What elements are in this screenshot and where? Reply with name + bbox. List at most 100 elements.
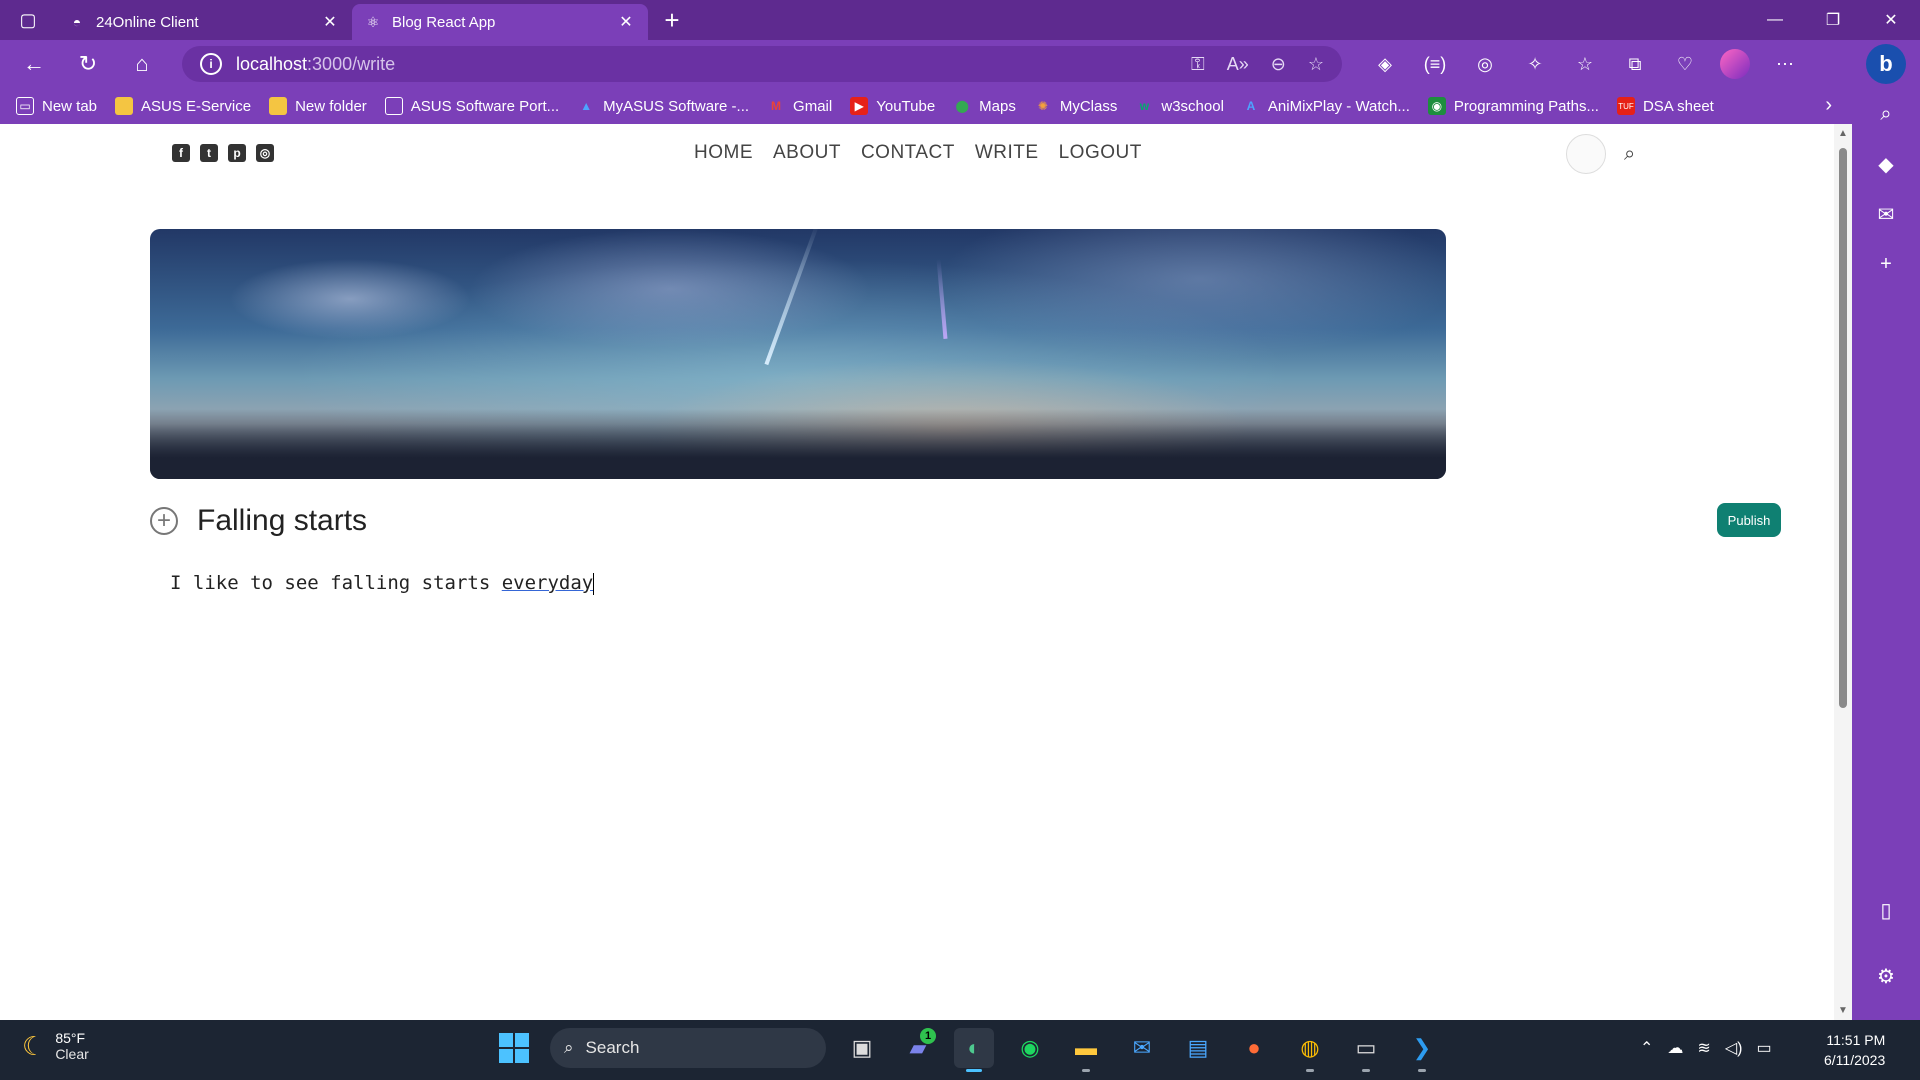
instagram-icon[interactable]: ◎ [256, 144, 274, 162]
bookmark-maps[interactable]: ⬤ Maps [953, 97, 1015, 115]
bookmark-gmail[interactable]: M Gmail [767, 97, 832, 115]
postman-icon[interactable]: ● [1234, 1028, 1274, 1068]
twitter-icon[interactable]: t [200, 144, 218, 162]
bookmark-youtube[interactable]: ▶ YouTube [850, 97, 935, 115]
clock[interactable]: 11:51 PM 6/11/2023 [1824, 1030, 1885, 1070]
add-icon[interactable]: + [1866, 244, 1906, 284]
restore-icon[interactable]: ❐ [1804, 0, 1862, 40]
search-icon[interactable]: ⌕ [1866, 94, 1906, 134]
scroll-down-icon[interactable]: ▼ [1838, 1005, 1848, 1016]
address-bar[interactable]: i localhost :3000/write ⚿ A» ⊖ ☆ [182, 46, 1342, 82]
spotify-icon[interactable]: ◉ [1010, 1028, 1050, 1068]
chrome-icon[interactable]: ◍ [1290, 1028, 1330, 1072]
minimize-icon[interactable]: — [1746, 0, 1804, 40]
extension-icon[interactable]: (≡) [1420, 49, 1450, 79]
running-indicator [966, 1069, 982, 1072]
extension-icon[interactable]: ◈ [1370, 49, 1400, 79]
edge-icon[interactable]: ◐ [954, 1028, 994, 1072]
24online-icon: ◓ [72, 14, 82, 30]
new-tab-button[interactable]: + [652, 2, 692, 38]
read-aloud-icon[interactable]: A» [1227, 54, 1249, 75]
search-icon[interactable]: ⌕ [1624, 143, 1635, 166]
teams-icon[interactable]: ▰ 1 [898, 1028, 938, 1068]
tab-blog-react-app[interactable]: ⚛ Blog React App ✕ [352, 4, 648, 40]
more-menu-icon[interactable]: ⋯ [1770, 49, 1800, 79]
browser-essentials-icon[interactable]: ♡ [1670, 49, 1700, 79]
clock-date: 6/11/2023 [1824, 1052, 1886, 1068]
bookmark-myasus[interactable]: ▲ MyASUS Software -... [577, 97, 749, 115]
nav-logout[interactable]: LOGOUT [1059, 142, 1142, 164]
bookmark-new-folder[interactable]: New folder [269, 97, 367, 115]
tab-strip: ▢ ◓ 24Online Client ✕ ⚛ Blog React App ✕… [0, 0, 1920, 40]
edge-sidebar: b ⌕ ◆ ✉ + ▯ ⚙ [1852, 40, 1920, 1020]
close-window-icon[interactable]: ✕ [1862, 0, 1920, 40]
mail-icon[interactable]: ✉ [1122, 1028, 1162, 1068]
close-tab-icon[interactable]: ✕ [320, 12, 340, 32]
taskbar-search[interactable]: ⌕ Search [550, 1028, 826, 1068]
bookmark-animixplay[interactable]: A AniMixPlay - Watch... [1242, 97, 1410, 115]
close-tab-icon[interactable]: ✕ [616, 12, 636, 32]
shopping-icon[interactable]: ◆ [1866, 144, 1906, 184]
meteor-streak [764, 229, 820, 366]
scroll-up-icon[interactable]: ▲ [1838, 128, 1848, 139]
bookmark-label: Gmail [793, 97, 833, 115]
nav-home[interactable]: HOME [694, 142, 753, 164]
home-icon[interactable]: ⌂ [120, 46, 164, 82]
file-explorer-icon[interactable]: ▬ [1066, 1028, 1106, 1072]
gear-icon[interactable]: ⚙ [1866, 956, 1906, 996]
weather-widget[interactable]: ☾ 85°F Clear [22, 1030, 89, 1062]
extension-icon[interactable]: ◎ [1470, 49, 1500, 79]
task-view-icon[interactable]: ▣ [842, 1028, 882, 1068]
tab-actions-icon[interactable]: ▢ [0, 0, 56, 40]
add-image-icon[interactable]: + [150, 507, 178, 535]
outlook-icon[interactable]: ✉ [1866, 194, 1906, 234]
avatar[interactable] [1566, 134, 1606, 174]
bookmark-w3school[interactable]: w w3school [1135, 97, 1224, 115]
running-indicator [1306, 1069, 1314, 1072]
nav-about[interactable]: ABOUT [773, 142, 841, 164]
nav-contact[interactable]: CONTACT [861, 142, 955, 164]
extensions-puzzle-icon[interactable]: ✧ [1520, 49, 1550, 79]
chevron-right-icon[interactable]: › [1825, 94, 1832, 117]
volume-icon[interactable]: ◁) [1725, 1038, 1743, 1058]
bookmark-myclass[interactable]: ✺ MyClass [1034, 97, 1118, 115]
bookmark-asus-software[interactable]: ASUS Software Port... [384, 97, 559, 115]
chevron-up-icon[interactable]: ⌃ [1640, 1038, 1653, 1058]
back-icon[interactable]: ← [12, 46, 56, 82]
pinterest-icon[interactable]: p [228, 144, 246, 162]
bookmark-label: Programming Paths... [1453, 97, 1599, 115]
page-scrollbar[interactable]: ▲ ▼ [1834, 124, 1852, 1020]
terminal-icon[interactable]: ▭ [1346, 1028, 1386, 1072]
wifi-icon[interactable]: ≋ [1697, 1038, 1710, 1058]
profile-avatar[interactable] [1720, 49, 1750, 79]
tab-24online[interactable]: ◓ 24Online Client ✕ [56, 4, 352, 40]
zoom-out-icon[interactable]: ⊖ [1271, 54, 1286, 75]
password-key-icon[interactable]: ⚿ [1191, 54, 1205, 75]
onedrive-cloud-icon[interactable]: ☁ [1667, 1038, 1683, 1058]
bookmark-programming-paths[interactable]: ◉ Programming Paths... [1427, 97, 1599, 115]
bookmark-asus-e-service[interactable]: ASUS E-Service [115, 97, 251, 115]
refresh-icon[interactable]: ↻ [66, 46, 110, 82]
clock-time: 11:51 PM [1826, 1032, 1886, 1048]
youtube-icon: ▶ [850, 97, 869, 115]
publish-button[interactable]: Publish [1717, 503, 1781, 537]
bookmark-label: YouTube [876, 97, 936, 115]
split-screen-icon[interactable]: ▯ [1866, 890, 1906, 930]
title-input[interactable] [197, 498, 1197, 544]
bookmark-dsa-sheet[interactable]: TUF DSA sheet [1616, 97, 1714, 115]
nav-write[interactable]: WRITE [975, 142, 1039, 164]
site-info-icon[interactable]: i [200, 53, 222, 75]
bookmark-new-tab[interactable]: ▭ New tab [16, 97, 97, 115]
favorites-icon[interactable]: ☆ [1570, 49, 1600, 79]
bing-copilot-icon[interactable]: b [1866, 44, 1906, 84]
url-host: localhost [236, 53, 308, 74]
favorite-star-icon[interactable]: ☆ [1308, 54, 1324, 75]
whiteboard-icon[interactable]: ▤ [1178, 1028, 1218, 1068]
scrollbar-thumb[interactable] [1839, 148, 1847, 708]
battery-icon[interactable]: ▭ [1756, 1038, 1771, 1058]
vscode-icon[interactable]: ❯ [1402, 1028, 1442, 1072]
facebook-icon[interactable]: f [172, 144, 190, 162]
start-icon[interactable] [494, 1028, 534, 1068]
collections-icon[interactable]: ⧉ [1620, 49, 1650, 79]
story-textarea[interactable]: I like to see falling starts everyday [170, 572, 1570, 595]
